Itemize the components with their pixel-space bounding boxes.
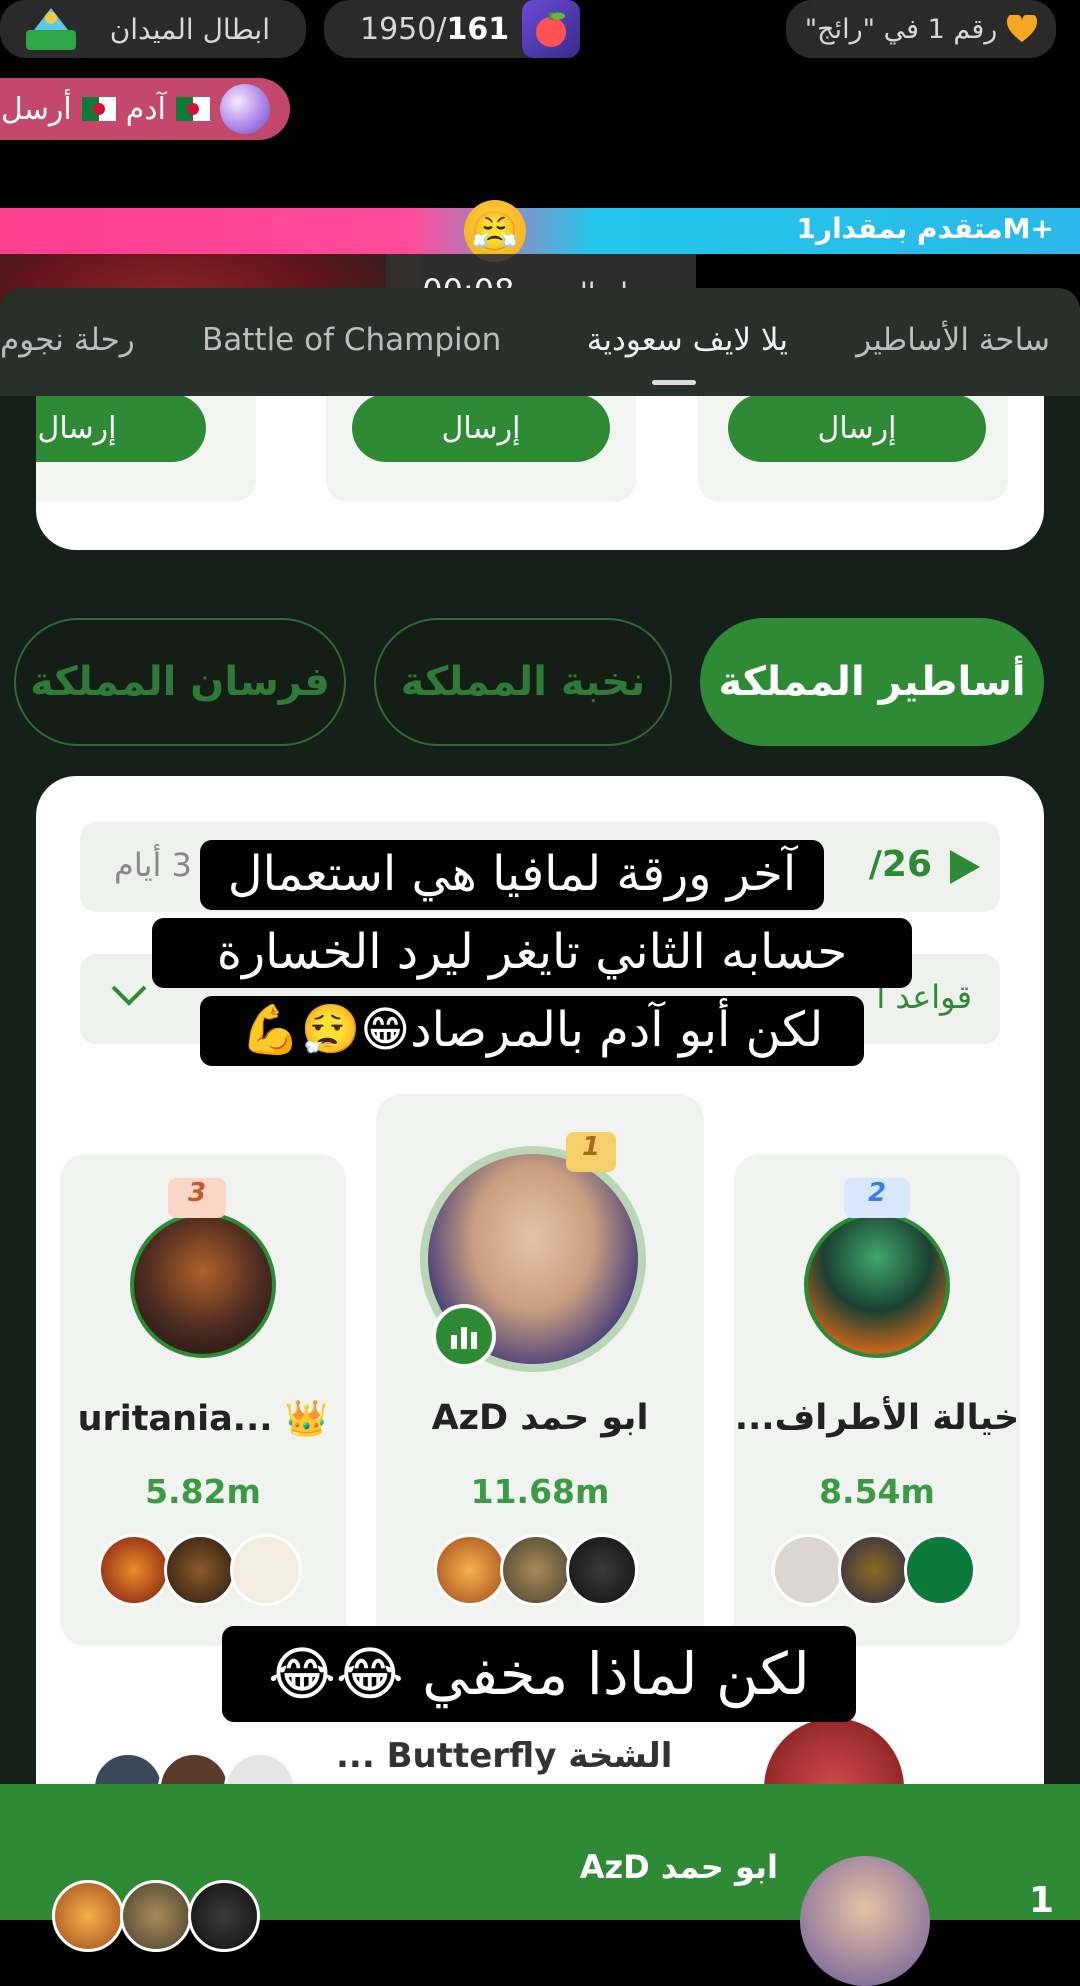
supporter-avatar — [434, 1534, 506, 1606]
rank-label: رقم 1 في "رائج" — [804, 13, 998, 45]
supporter-avatar — [230, 1534, 302, 1606]
crown-icon: 👑 — [284, 1399, 329, 1439]
fruit-icon — [522, 0, 580, 58]
podium-card-rank-2[interactable]: 2 خيالة الأطراف... 8.54m — [734, 1154, 1020, 1646]
gift-sender: آدم — [125, 91, 166, 127]
score-counter[interactable]: 1950/161 — [324, 0, 580, 58]
algeria-flag-icon — [81, 97, 116, 121]
rank-badge: 2 — [844, 1178, 910, 1218]
caption-line-3: لكن أبو آدم بالمرصاد😁😮‍💨💪 — [200, 996, 864, 1066]
supporter-avatar — [52, 1880, 124, 1952]
my-avatar — [800, 1856, 930, 1986]
caption-line-1: آخر ورقة لمافيا هي استعمال — [200, 840, 824, 910]
caption-line-4: لكن لماذا مخفي 😂😂 — [222, 1626, 856, 1723]
trending-rank-badge[interactable]: رقم 1 في "رائج" — [786, 0, 1056, 58]
active-tab-indicator — [652, 380, 696, 385]
send-button[interactable]: إرسال — [352, 396, 610, 462]
play-icon[interactable] — [948, 848, 982, 886]
gift-suffix: أرسل — [1, 91, 72, 127]
username: uritania... 👑 — [77, 1399, 329, 1439]
chevron-down-icon[interactable] — [110, 984, 148, 1008]
my-rank-bar[interactable]: ابو حمد AzD 1 — [0, 1784, 1080, 1986]
gift-slot: إرسال — [326, 396, 636, 502]
send-button[interactable]: إرسال — [36, 396, 206, 462]
my-username: ابو حمد AzD — [579, 1848, 778, 1886]
rank-badge: 3 — [168, 1178, 226, 1218]
supporter-avatar — [772, 1534, 844, 1606]
next-row-username: الشخة Butterfly ... — [336, 1736, 673, 1776]
supporter-avatar — [188, 1880, 260, 1952]
score: 5.82m — [145, 1472, 261, 1511]
gift-card: إرسال إرسال إرسال — [36, 396, 1044, 550]
heart-icon — [1007, 15, 1038, 42]
caption-line-2: حسابه الثاني تايغر ليرد الخسارة — [152, 918, 912, 988]
category-kingdom-elite[interactable]: نخبة المملكة — [374, 618, 672, 746]
score-current: 1950/ — [360, 11, 447, 47]
gift-slot: إرسال — [36, 396, 256, 502]
pk-lead-text: متقدم بمقدار1M+ — [796, 212, 1054, 245]
tab-stars-journey[interactable]: رحلة نجوم — [0, 322, 135, 358]
supporter-avatar — [500, 1534, 572, 1606]
category-kingdom-legends[interactable]: أساطير المملكة — [700, 618, 1044, 746]
score-total: 161 — [446, 11, 510, 47]
trophy-icon — [26, 8, 76, 50]
days-remaining: 3 أيام — [114, 846, 192, 884]
supporter-avatar — [838, 1534, 910, 1606]
event-label: ابطال الميدان — [109, 12, 270, 46]
score: 11.68m — [470, 1472, 610, 1511]
send-button[interactable]: إرسال — [728, 396, 986, 462]
avatar — [130, 1212, 276, 1358]
username: خيالة الأطراف... — [734, 1398, 1020, 1438]
tab-battle-of-champion[interactable]: Battle of Champion — [202, 322, 501, 358]
algeria-flag-icon — [176, 97, 210, 121]
my-rank: 1 — [1028, 1880, 1054, 1921]
live-stats-icon[interactable] — [432, 1304, 496, 1368]
pk-emoji-icon: 😤 — [464, 200, 526, 262]
podium-card-rank-3[interactable]: 3 uritania... 👑 5.82m — [60, 1154, 346, 1646]
supporter-avatar — [566, 1534, 638, 1606]
supporter-avatar — [904, 1534, 976, 1606]
period-date: /26 — [868, 844, 932, 885]
supporter-avatar — [120, 1880, 192, 1952]
event-tabs: ساحة الأساطير يلا لايف سعودية Battle of … — [0, 288, 1080, 396]
gift-notification: أرسل آدم — [0, 78, 290, 140]
avatar — [804, 1212, 950, 1358]
podium-card-rank-1[interactable]: 1 ابو حمد AzD 11.68m — [376, 1094, 704, 1646]
event-badge[interactable]: ابطال الميدان — [0, 0, 306, 58]
score: 8.54m — [819, 1472, 935, 1511]
supporter-avatar — [164, 1534, 236, 1606]
supporter-avatar — [98, 1534, 170, 1606]
tab-yalla-saudi[interactable]: يلا لايف سعودية — [587, 322, 788, 358]
gift-slot: إرسال — [698, 396, 1008, 502]
tab-legends-arena[interactable]: ساحة الأساطير — [856, 322, 1050, 358]
rank-badge: 1 — [566, 1132, 616, 1172]
category-kingdom-knights[interactable]: فرسان المملكة — [14, 618, 346, 746]
gift-bubble-icon — [220, 84, 270, 134]
username: ابو حمد AzD — [431, 1398, 649, 1438]
